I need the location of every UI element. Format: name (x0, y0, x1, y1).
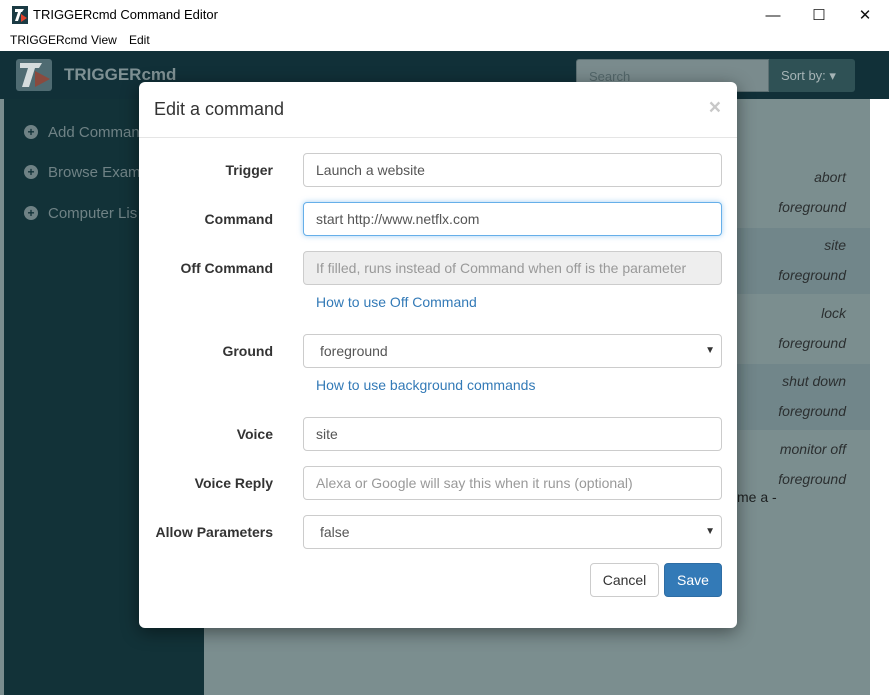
menu-edit[interactable]: Edit (129, 33, 150, 47)
modal-close-icon[interactable]: × (709, 96, 721, 120)
brand-logo-icon (16, 59, 52, 91)
table-cell-ground: foreground (778, 335, 846, 351)
sidebar-item-label: Add Comman (48, 123, 140, 141)
voice-label: Voice (236, 426, 273, 442)
ground-label: Ground (222, 343, 273, 359)
voice-input[interactable]: site (303, 417, 722, 451)
allow-parameters-select[interactable]: false ▼ (303, 515, 722, 549)
modal-header: Edit a command × (139, 82, 737, 138)
voice-reply-input[interactable]: Alexa or Google will say this when it ru… (303, 466, 722, 500)
cancel-button[interactable]: Cancel (590, 563, 659, 597)
sidebar-item-computer-list[interactable]: + Computer Lis (24, 202, 137, 224)
window-right-edge (870, 99, 889, 695)
truncated-text: me a - (737, 489, 777, 505)
command-label: Command (204, 211, 273, 227)
table-cell-trigger: lock (821, 305, 846, 321)
trigger-label: Trigger (225, 162, 273, 178)
off-command-help-link[interactable]: How to use Off Command (316, 294, 477, 310)
table-cell-trigger: monitor off (779, 441, 846, 457)
plus-circle-icon: + (24, 206, 38, 220)
close-window-button[interactable]: ✕ (842, 0, 888, 30)
trigger-input[interactable]: Launch a website (303, 153, 722, 187)
edit-command-modal: Edit a command × Trigger Launch a websit… (139, 82, 737, 628)
off-command-label: Off Command (180, 260, 273, 276)
window-title: TRIGGERcmd Command Editor (33, 7, 218, 22)
voice-reply-label: Voice Reply (194, 475, 273, 491)
modal-title: Edit a command (154, 99, 285, 119)
off-command-input[interactable]: If filled, runs instead of Command when … (303, 251, 722, 285)
allow-parameters-label: Allow Parameters (155, 524, 274, 540)
table-cell-ground: foreground (778, 267, 846, 283)
table-cell-ground: foreground (778, 471, 846, 487)
off-command-placeholder: If filled, runs instead of Command when … (316, 260, 687, 276)
maximize-button[interactable]: ☐ (796, 0, 842, 30)
command-input[interactable]: start http://www.netflx.com (303, 202, 722, 236)
table-cell-ground: foreground (778, 403, 846, 419)
minimize-icon: — (765, 6, 781, 24)
table-cell-trigger: shut down (782, 373, 846, 389)
menu-triggercmd[interactable]: TRIGGERcmd (10, 33, 87, 47)
plus-circle-icon: + (24, 165, 38, 179)
ground-selected-value: foreground (320, 343, 388, 359)
table-cell-ground: foreground (778, 199, 846, 215)
ground-select[interactable]: foreground ▼ (303, 334, 722, 368)
sort-by-button[interactable]: Sort by: ▾ (769, 59, 855, 92)
save-button[interactable]: Save (664, 563, 722, 597)
minimize-button[interactable]: — (750, 0, 796, 30)
dropdown-arrow-icon: ▼ (705, 526, 715, 537)
dropdown-arrow-icon: ▼ (705, 345, 715, 356)
maximize-icon: ☐ (812, 7, 826, 24)
plus-circle-icon: + (24, 125, 38, 139)
voice-reply-placeholder: Alexa or Google will say this when it ru… (316, 475, 633, 491)
close-icon: ✕ (858, 7, 872, 24)
table-cell-trigger: site (824, 237, 846, 253)
window-titlebar: TRIGGERcmd Command Editor — ☐ ✕ (0, 0, 889, 30)
menubar: TRIGGERcmd View Edit (0, 30, 889, 51)
table-cell-trigger: abort (814, 169, 846, 185)
allow-parameters-selected-value: false (320, 524, 350, 540)
app-logo-icon (12, 6, 28, 24)
menu-view[interactable]: View (91, 33, 117, 47)
sidebar-item-add-command[interactable]: + Add Comman (24, 121, 140, 143)
background-help-link[interactable]: How to use background commands (316, 377, 535, 393)
